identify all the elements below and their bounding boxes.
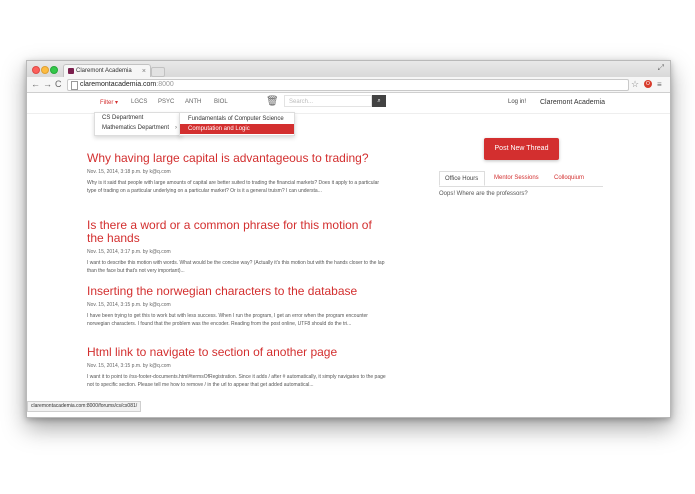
site-brand[interactable]: Claremont Academia: [540, 99, 605, 106]
tab-mentor-sessions[interactable]: Mentor Sessions: [494, 171, 539, 186]
thread-item: Html link to navigate to section of anot…: [87, 346, 387, 389]
thread-title[interactable]: Html link to navigate to section of anot…: [87, 346, 387, 359]
post-new-thread-button[interactable]: Post New Thread: [484, 138, 559, 160]
submenu-arrow-icon: ›: [175, 125, 177, 131]
thread-meta: Nov. 15, 2014, 3:18 p.m. by k@q.com: [87, 169, 171, 175]
close-window-button[interactable]: [32, 66, 40, 74]
page-viewport: Filter ▾ LGCS PSYC ANTH BIOL 🗑 Search...…: [27, 93, 670, 417]
browser-tab[interactable]: Claremont Academia ×: [63, 64, 151, 78]
tab-colloquium[interactable]: Colloquium: [554, 171, 584, 186]
url-text: claremontacademia.com:8000: [80, 80, 174, 90]
submenu-item-fundamentals[interactable]: Fundamentals of Computer Science: [180, 114, 294, 124]
nav-link-psyc[interactable]: PSYC: [158, 99, 174, 105]
thread-title[interactable]: Why having large capital is advantageous…: [87, 152, 387, 165]
browser-window: Claremont Academia × ⤢ ← → C claremontac…: [26, 60, 671, 418]
nav-link-lgcs[interactable]: LGCS: [131, 99, 147, 105]
address-bar[interactable]: claremontacademia.com:8000: [67, 79, 629, 91]
thread-item: Is there a word or a common phrase for t…: [87, 219, 387, 285]
page-icon: [71, 81, 78, 90]
thread-item: Inserting the norwegian characters to th…: [87, 285, 387, 346]
status-bar-url: claremontacademia.com:8000/forums/cs/cs0…: [27, 401, 142, 412]
thread-meta: Nov. 15, 2014, 3:15 p.m. by k@q.com: [87, 363, 171, 369]
back-icon[interactable]: ←: [31, 78, 40, 91]
nav-link-biol[interactable]: BIOL: [214, 99, 228, 105]
nav-link-anth[interactable]: ANTH: [185, 99, 201, 105]
extension-icon[interactable]: O: [644, 80, 652, 88]
menu-item-cs-department[interactable]: CS Department: [102, 115, 143, 121]
sidebar-tabs: Office Hours Mentor Sessions Colloquium: [439, 171, 603, 187]
url-host: claremontacademia.com: [80, 81, 157, 88]
office-hours-empty-message: Oops! Where are the professors?: [439, 191, 528, 197]
site-navbar: Filter ▾ LGCS PSYC ANTH BIOL 🗑 Search...…: [27, 93, 670, 114]
browser-menu-icon[interactable]: ≡: [657, 78, 662, 91]
tab-office-hours[interactable]: Office Hours: [439, 171, 485, 186]
thread-title[interactable]: Inserting the norwegian characters to th…: [87, 285, 387, 298]
tab-strip: Claremont Academia × ⤢: [27, 61, 670, 78]
new-tab-button[interactable]: [151, 67, 165, 77]
thread-title[interactable]: Is there a word or a common phrase for t…: [87, 219, 387, 245]
thread-list: Why having large capital is advantageous…: [87, 152, 387, 389]
filter-dropdown-menu: CS Department Mathematics Department ›: [94, 112, 182, 136]
thread-excerpt: I have been trying to get this to work b…: [87, 313, 368, 327]
forward-icon[interactable]: →: [43, 78, 52, 91]
url-port: :8000: [156, 81, 174, 88]
thread-item: Why having large capital is advantageous…: [87, 152, 387, 219]
submenu-item-computation-logic[interactable]: Computation and Logic: [180, 124, 294, 134]
fullscreen-icon[interactable]: ⤢: [658, 63, 664, 73]
thread-excerpt: I want to describe this motion with word…: [87, 260, 385, 274]
zoom-window-button[interactable]: [50, 66, 58, 74]
favicon-icon: [68, 68, 74, 74]
minimize-window-button[interactable]: [41, 66, 49, 74]
login-link[interactable]: Log in!: [508, 99, 526, 105]
search-input[interactable]: Search...: [284, 95, 372, 107]
search-button[interactable]: ⌕: [372, 95, 386, 107]
menu-item-mathematics-department[interactable]: Mathematics Department: [102, 125, 169, 131]
trash-icon[interactable]: 🗑: [266, 96, 279, 108]
thread-meta: Nov. 15, 2014, 3:17 p.m. by k@q.com: [87, 249, 171, 255]
browser-toolbar: ← → C claremontacademia.com:8000 ☆ O ≡: [27, 77, 670, 93]
bookmark-star-icon[interactable]: ☆: [631, 78, 639, 91]
thread-excerpt: Why is it said that people with large am…: [87, 180, 380, 194]
filter-dropdown-toggle[interactable]: Filter ▾: [100, 99, 118, 106]
reload-icon[interactable]: C: [55, 78, 62, 91]
thread-meta: Nov. 15, 2014, 3:15 p.m. by k@q.com: [87, 302, 171, 308]
filter-submenu: Fundamentals of Computer Science Computa…: [179, 112, 295, 136]
thread-excerpt: I want it to point to /rss-footer-docume…: [87, 374, 386, 388]
